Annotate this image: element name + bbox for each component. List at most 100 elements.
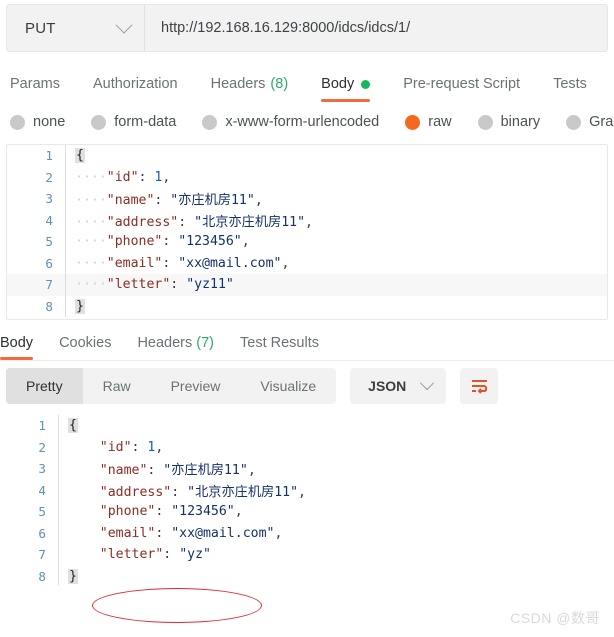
line-number: 1 — [38, 418, 46, 434]
wrap-lines-button[interactable] — [460, 368, 499, 404]
code-line: 3 ····"name": "亦庄机房11", — [7, 188, 607, 210]
json-value: "xx@mail.com" — [171, 525, 275, 541]
view-mode-preview[interactable]: Preview — [151, 368, 241, 404]
view-mode-raw[interactable]: Raw — [83, 368, 151, 404]
code-line-content: ····"letter": "yz11" — [66, 277, 234, 292]
indent-marker: ···· — [75, 255, 107, 271]
response-view-mode-group: Pretty Raw Preview Visualize — [6, 368, 337, 404]
json-value: "亦庄机房11" — [163, 463, 248, 479]
view-mode-label: Preview — [170, 378, 221, 394]
json-key: "address" — [106, 214, 179, 230]
body-type-binary[interactable]: binary — [477, 114, 541, 130]
code-line: 2 "id": 1, — [0, 436, 608, 458]
code-line: 3 "name": "亦庄机房11", — [0, 458, 608, 480]
json-colon: : — [131, 439, 148, 455]
indent-marker: ···· — [75, 234, 107, 250]
request-tab-body[interactable]: Body — [321, 76, 371, 102]
url-input[interactable]: http://192.168.16.129:8000/idcs/idcs/1/ — [145, 5, 607, 51]
json-comma: , — [247, 463, 256, 479]
request-body-editor[interactable]: 1{2 ····"id": 1, 3 ····"name": "亦庄机房11", 4 ··… — [6, 144, 608, 320]
code-line-content: "email": "xx@mail.com", — [59, 525, 283, 541]
body-type-gra[interactable]: Gra — [566, 114, 613, 130]
response-tab-count: (7) — [196, 335, 214, 351]
json-key: "id" — [99, 439, 132, 455]
json-comma: , — [305, 214, 313, 230]
json-comma: , — [241, 234, 250, 250]
request-tab-params[interactable]: Params — [10, 76, 60, 102]
request-tab-count: (8) — [270, 76, 289, 92]
response-tab-cookies[interactable]: Cookies — [59, 335, 111, 360]
request-tabs: Params Authorization Headers (8) Body Pre-req… — [0, 58, 614, 102]
code-line-content: ····"address": "北京亦庄机房11", — [66, 211, 313, 230]
indent-marker: ···· — [75, 193, 107, 209]
json-key: "address" — [99, 484, 172, 500]
code-line-content: } — [66, 298, 85, 314]
json-colon: : — [170, 277, 187, 293]
line-number: 2 — [45, 169, 53, 185]
request-tab-headers[interactable]: Headers (8) — [211, 76, 289, 102]
json-key: "id" — [106, 169, 139, 185]
request-tab-authorization[interactable]: Authorization — [93, 76, 178, 102]
code-line: 1{ — [7, 145, 607, 167]
code-line: 6 ····"email": "xx@mail.com", — [7, 252, 607, 274]
line-number: 3 — [45, 191, 53, 207]
json-value: "xx@mail.com" — [178, 255, 282, 271]
body-type-label: raw — [428, 114, 452, 130]
body-type-x-www-form-urlencoded[interactable]: x-www-form-urlencoded — [202, 114, 379, 130]
request-tab-label: Authorization — [92, 76, 178, 92]
code-line-content: { — [59, 418, 78, 434]
view-mode-visualize[interactable]: Visualize — [240, 368, 336, 404]
json-colon: : — [178, 214, 195, 230]
code-line-content: { — [66, 148, 85, 164]
response-tabs: Body Cookies Headers (7) Test Results — [0, 320, 614, 360]
response-format-select[interactable]: JSON — [350, 368, 447, 404]
line-number: 3 — [38, 461, 46, 477]
body-type-label: Gra — [589, 114, 614, 130]
active-tab-underline — [321, 99, 371, 102]
code-line: 4 "address": "北京亦庄机房11", — [0, 479, 608, 501]
indent-marker — [68, 485, 100, 500]
line-number: 6 — [38, 525, 46, 541]
response-tab-test-results[interactable]: Test Results — [240, 335, 319, 360]
http-method-select[interactable]: PUT — [7, 5, 145, 51]
code-line: 8} — [7, 295, 607, 317]
code-line-content: ····"email": "xx@mail.com", — [66, 256, 289, 271]
line-number: 8 — [38, 568, 46, 584]
chevron-down-icon — [115, 16, 133, 34]
json-brace: } — [68, 568, 78, 584]
code-line: 7 "letter": "yz" — [0, 544, 608, 566]
code-line-content: ····"name": "亦庄机房11", — [66, 189, 263, 208]
json-key: "email" — [99, 525, 156, 541]
indent-marker: ···· — [75, 277, 107, 293]
http-method-label: PUT — [25, 19, 56, 37]
response-tab-headers[interactable]: Headers (7) — [137, 335, 214, 360]
json-key: "phone" — [106, 234, 163, 250]
json-value: "亦庄机房11" — [170, 193, 255, 209]
view-mode-pretty[interactable]: Pretty — [6, 368, 83, 404]
body-modified-dot-icon — [361, 79, 371, 89]
response-body-editor[interactable]: 1{2 "id": 1, 3 "name": "亦庄机房11", 4 "addres… — [0, 415, 608, 585]
code-line-content: "id": 1, — [59, 439, 164, 455]
body-type-label: binary — [500, 114, 541, 130]
indent-marker — [68, 504, 100, 519]
json-key: "letter" — [99, 547, 164, 563]
json-comma: , — [254, 193, 263, 209]
json-brace: { — [68, 418, 78, 434]
request-tab-tests[interactable]: Tests — [553, 76, 587, 102]
code-line: 1{ — [0, 415, 608, 437]
json-key: "letter" — [106, 277, 171, 293]
line-number: 5 — [45, 234, 53, 250]
response-tab-label: Body — [0, 335, 34, 351]
active-tab-underline — [0, 357, 34, 360]
response-tab-body[interactable]: Body — [0, 335, 34, 360]
line-number: 6 — [45, 255, 53, 271]
request-tab-label: Pre-request Script — [403, 76, 521, 92]
body-type-form-data[interactable]: form-data — [91, 114, 176, 130]
line-number: 4 — [38, 482, 46, 498]
request-tab-pre-request-script[interactable]: Pre-request Script — [403, 76, 520, 102]
body-type-none[interactable]: none — [10, 114, 65, 130]
json-comma: , — [274, 525, 283, 541]
json-brace: { — [75, 148, 85, 164]
body-type-raw[interactable]: raw — [405, 114, 452, 130]
line-number: 5 — [38, 504, 46, 520]
